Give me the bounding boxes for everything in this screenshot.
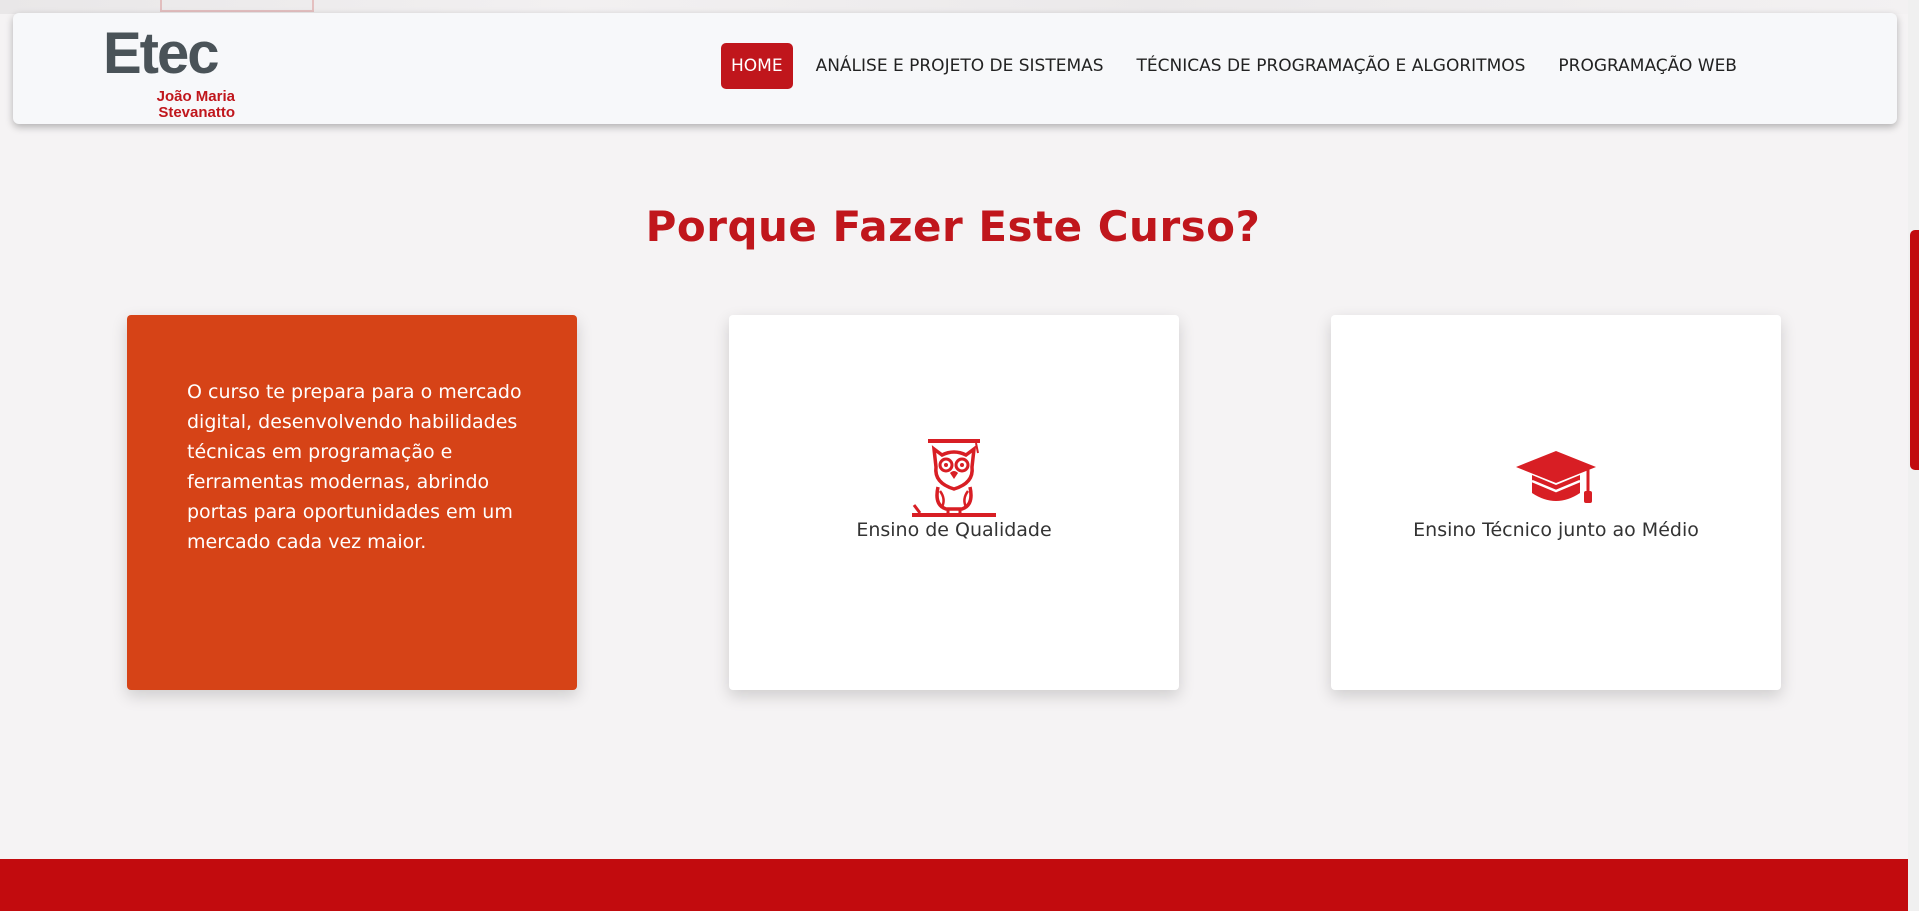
page-scrollbar[interactable]	[1908, 0, 1919, 911]
scrollbar-thumb[interactable]	[1910, 230, 1919, 470]
quality-teaching-label: Ensino de Qualidade	[856, 519, 1052, 541]
etec-logo[interactable]: Etec João Maria Stevanatto	[103, 25, 243, 121]
logo-subtitle: João Maria Stevanatto	[157, 89, 235, 121]
owl-graduation-icon	[729, 437, 1179, 517]
technical-education-label: Ensino Técnico junto ao Médio	[1413, 519, 1699, 541]
background-stamp	[160, 0, 314, 12]
navbar: Etec João Maria Stevanatto HOME ANÁLISE …	[13, 13, 1897, 124]
footer-bar	[0, 859, 1908, 911]
logo-sub-line2: Stevanatto	[158, 104, 235, 121]
nav-item-analise-projeto[interactable]: ANÁLISE E PROJETO DE SISTEMAS	[806, 43, 1114, 89]
course-benefit-card: O curso te prepara para o mercado digita…	[127, 315, 577, 690]
technical-education-card: Ensino Técnico junto ao Médio	[1331, 315, 1781, 690]
course-benefit-text: O curso te prepara para o mercado digita…	[187, 381, 522, 553]
nav-item-home[interactable]: HOME	[721, 43, 793, 89]
logo-main-text: Etec	[103, 21, 220, 86]
quality-teaching-card: Ensino de Qualidade	[729, 315, 1179, 690]
logo-sub-line1: João Maria	[156, 88, 235, 105]
hero-background-strip	[0, 0, 1919, 14]
main-nav: HOME ANÁLISE E PROJETO DE SISTEMAS TÉCNI…	[721, 43, 1760, 89]
graduation-cap-icon	[1331, 449, 1781, 511]
section-title: Porque Fazer Este Curso?	[645, 202, 1261, 252]
nav-item-tecnicas-programacao[interactable]: TÉCNICAS DE PROGRAMAÇÃO E ALGORITMOS	[1127, 43, 1536, 89]
nav-item-programacao-web[interactable]: PROGRAMAÇÃO WEB	[1548, 43, 1747, 89]
